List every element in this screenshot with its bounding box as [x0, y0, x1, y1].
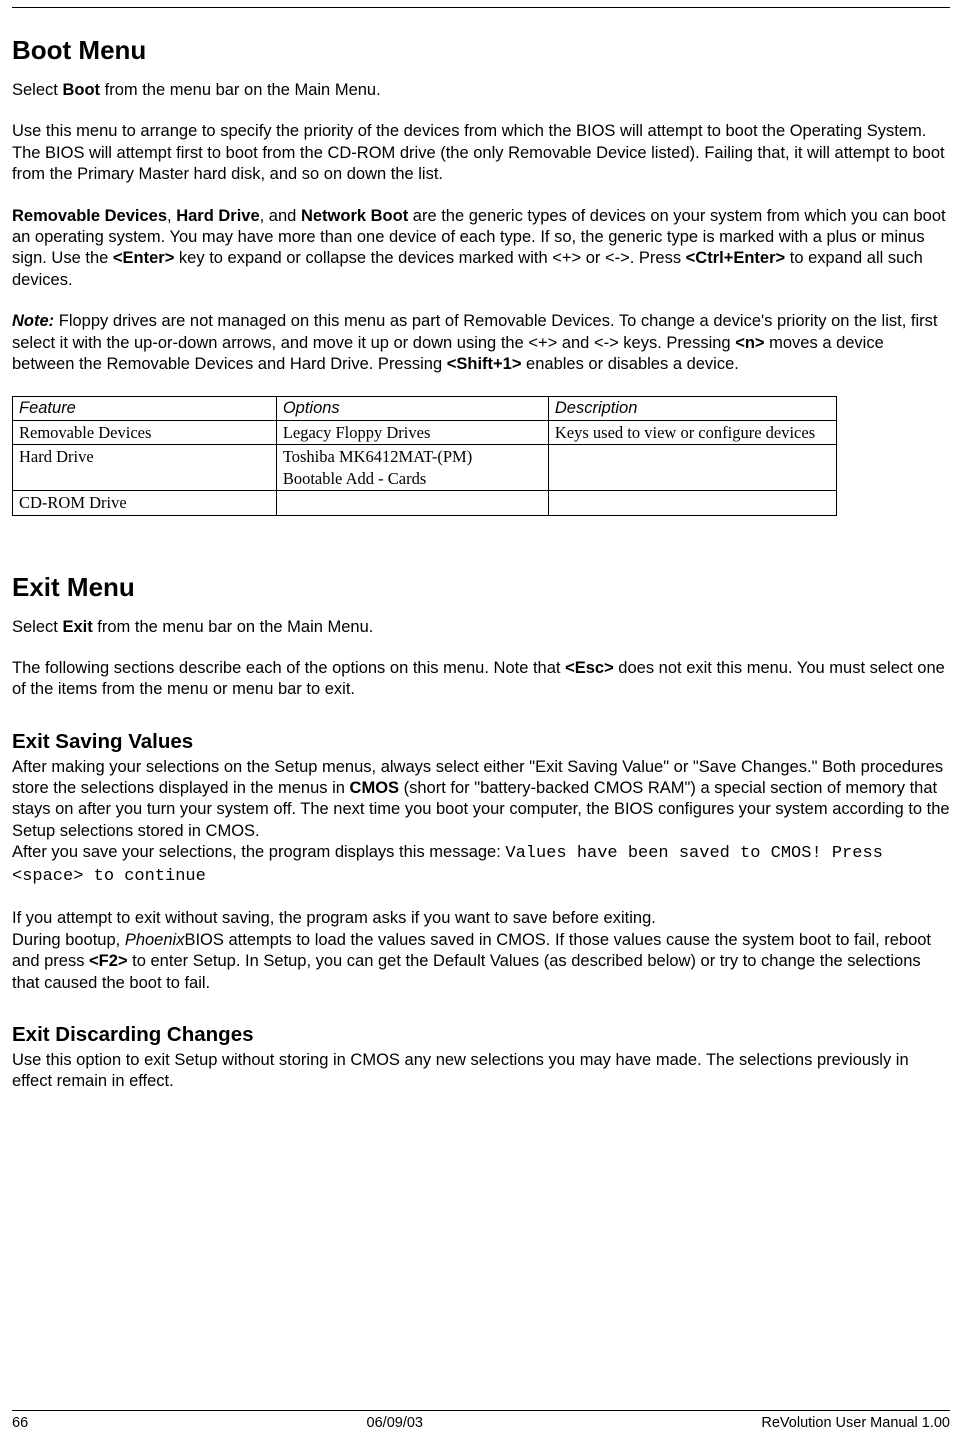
exit-paragraph-2: The following sections describe each of … [12, 658, 950, 701]
boot-paragraph-1: Select Boot from the menu bar on the Mai… [12, 80, 950, 101]
enter-key-bold: <Enter> [113, 249, 174, 267]
table-row: Hard Drive Toshiba MK6412MAT-(PM) Bootab… [13, 445, 837, 491]
header-feature: Feature [13, 396, 277, 420]
text: Select [12, 618, 62, 636]
exit-bold: Exit [62, 618, 92, 636]
text: from the menu bar on the Main Menu. [100, 81, 381, 99]
options-line1: Toshiba MK6412MAT-(PM) [283, 447, 472, 466]
ctrl-enter-bold: <Ctrl+Enter> [686, 249, 786, 267]
cell-feature: CD-ROM Drive [13, 491, 277, 515]
exit-paragraph-1: Select Exit from the menu bar on the Mai… [12, 617, 950, 638]
text: from the menu bar on the Main Menu. [93, 618, 374, 636]
exit-menu-heading: Exit Menu [12, 571, 950, 605]
footer-date: 06/09/03 [367, 1414, 423, 1433]
network-boot-bold: Network Boot [301, 207, 408, 225]
boot-devices-table: Feature Options Description Removable De… [12, 396, 837, 516]
boot-paragraph-2: Use this menu to arrange to specify the … [12, 121, 950, 185]
page-footer: 66 06/09/03 ReVolution User Manual 1.00 [12, 1410, 950, 1433]
boot-menu-heading: Boot Menu [12, 34, 950, 68]
boot-paragraph-3: Removable Devices, Hard Drive, and Netwo… [12, 206, 950, 292]
saving-paragraph-4: During bootup, PhoenixBIOS attempts to l… [12, 930, 950, 994]
saving-paragraph-3: If you attempt to exit without saving, t… [12, 908, 950, 929]
header-options: Options [276, 396, 548, 420]
footer-document-title: ReVolution User Manual 1.00 [761, 1414, 950, 1433]
esc-bold: <Esc> [565, 659, 614, 677]
cell-description [548, 491, 837, 515]
cell-feature: Removable Devices [13, 421, 277, 445]
saving-paragraph-2: After you save your selections, the prog… [12, 842, 950, 888]
footer-page-number: 66 [12, 1414, 28, 1433]
saving-paragraph-1: After making your selections on the Setu… [12, 757, 950, 843]
note-label: Note: [12, 312, 54, 330]
cell-description [548, 445, 837, 491]
cmos-bold: CMOS [350, 779, 400, 797]
cell-description: Keys used to view or configure devices [548, 421, 837, 445]
hard-drive-bold: Hard Drive [176, 207, 259, 225]
text: key to expand or collapse the devices ma… [174, 249, 685, 267]
header-rule [12, 7, 950, 8]
options-line2: Bootable Add - Cards [283, 469, 426, 488]
boot-bold: Boot [62, 81, 100, 99]
text: , [167, 207, 176, 225]
table-row: Removable Devices Legacy Floppy Drives K… [13, 421, 837, 445]
text: to enter Setup. In Setup, you can get th… [12, 952, 921, 991]
text: Select [12, 81, 62, 99]
table-row: CD-ROM Drive [13, 491, 837, 515]
text: After you save your selections, the prog… [12, 843, 505, 861]
phoenix-italic: Phoenix [125, 931, 185, 949]
exit-saving-values-heading: Exit Saving Values [12, 729, 950, 756]
removable-devices-bold: Removable Devices [12, 207, 167, 225]
text: During bootup, [12, 931, 125, 949]
cell-options: Legacy Floppy Drives [276, 421, 548, 445]
f2-bold: <F2> [89, 952, 128, 970]
cell-options [276, 491, 548, 515]
exit-discarding-heading: Exit Discarding Changes [12, 1022, 950, 1049]
table-header-row: Feature Options Description [13, 396, 837, 420]
n-key-bold: <n> [735, 334, 764, 352]
discard-paragraph-1: Use this option to exit Setup without st… [12, 1050, 950, 1093]
text: , and [260, 207, 301, 225]
header-description: Description [548, 396, 837, 420]
cell-feature: Hard Drive [13, 445, 277, 491]
text: enables or disables a device. [521, 355, 738, 373]
cell-options: Toshiba MK6412MAT-(PM) Bootable Add - Ca… [276, 445, 548, 491]
shift-1-bold: <Shift+1> [447, 355, 522, 373]
text: The following sections describe each of … [12, 659, 565, 677]
boot-paragraph-note: Note: Floppy drives are not managed on t… [12, 311, 950, 375]
